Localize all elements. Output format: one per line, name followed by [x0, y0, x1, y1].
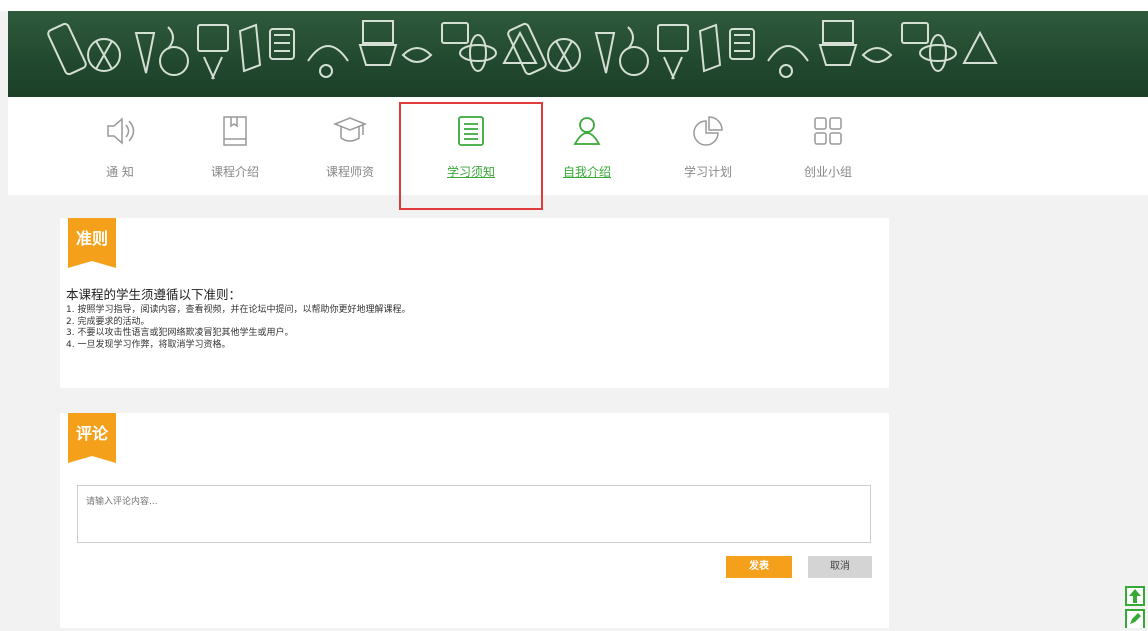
- course-nav-bar: 通 知 课程介绍 课程师资 学习须知 自我介绍 学习计划 创业小组: [8, 97, 1148, 195]
- rules-item: 3. 不要以攻击性语言或犯网络欺凌冒犯其他学生或用户。: [66, 328, 294, 338]
- nav-label-self-intro: 自我介绍: [562, 165, 611, 179]
- nav-item-course-intro[interactable]: 课程介绍: [175, 97, 295, 195]
- nav-item-study-plan[interactable]: 学习计划: [648, 97, 768, 195]
- rules-panel: 准则 本课程的学生须遵循以下准则： 1. 按照学习指导，阅读内容，查看视频，并在…: [60, 218, 889, 388]
- list-document-icon: [458, 116, 484, 146]
- nav-label-study-plan: 学习计划: [683, 165, 732, 179]
- nav-item-teachers[interactable]: 课程师资: [290, 97, 410, 195]
- nav-item-startup-group[interactable]: 创业小组: [768, 97, 888, 195]
- nav-item-study-guide[interactable]: 学习须知: [411, 97, 531, 195]
- nav-label-startup-group: 创业小组: [803, 165, 852, 179]
- nav-label-study-guide: 学习须知: [446, 165, 495, 179]
- rules-item: 4. 一旦发现学习作弊，将取消学习资格。: [66, 339, 231, 350]
- top-strip: [0, 0, 1148, 11]
- comments-heading-ribbon: 评论: [68, 413, 116, 463]
- edit-tool-button[interactable]: [1125, 609, 1145, 628]
- rules-intro: 本课程的学生须遵循以下准则：: [66, 287, 242, 302]
- submit-button[interactable]: 发表: [726, 556, 792, 578]
- speaker-icon: [107, 117, 135, 145]
- graduation-cap-icon: [332, 117, 368, 142]
- rules-list: 1. 按照学习指导，阅读内容，查看视频，并在论坛中提问，以帮助你更好地理解课程。…: [66, 305, 410, 351]
- header-banner: [8, 11, 1148, 97]
- comments-panel: 评论 发表 取消: [60, 413, 889, 628]
- chalk-doodle-illustration: [47, 20, 997, 80]
- nav-label-course-intro: 课程介绍: [210, 165, 259, 179]
- user-icon: [573, 117, 601, 145]
- rules-item: 1. 按照学习指导，阅读内容，查看视频，并在论坛中提问，以帮助你更好地理解课程。: [66, 305, 411, 315]
- book-icon: [223, 116, 247, 146]
- rules-item: 2. 完成要求的活动。: [66, 316, 150, 327]
- back-to-top-button[interactable]: [1125, 586, 1145, 606]
- nav-label-teachers: 课程师资: [325, 165, 374, 179]
- cancel-button[interactable]: 取消: [808, 556, 872, 578]
- edit-icon: [1130, 613, 1141, 624]
- pie-chart-icon: [693, 116, 723, 146]
- nav-label-notice: 通 知: [106, 165, 134, 179]
- rules-heading-ribbon: 准则: [68, 218, 116, 268]
- nav-item-self-intro[interactable]: 自我介绍: [527, 97, 647, 195]
- nav-item-notice[interactable]: 通 知: [60, 97, 180, 195]
- comment-input[interactable]: [77, 485, 871, 543]
- grid-icon: [814, 117, 842, 145]
- arrow-up-icon: [1129, 589, 1141, 603]
